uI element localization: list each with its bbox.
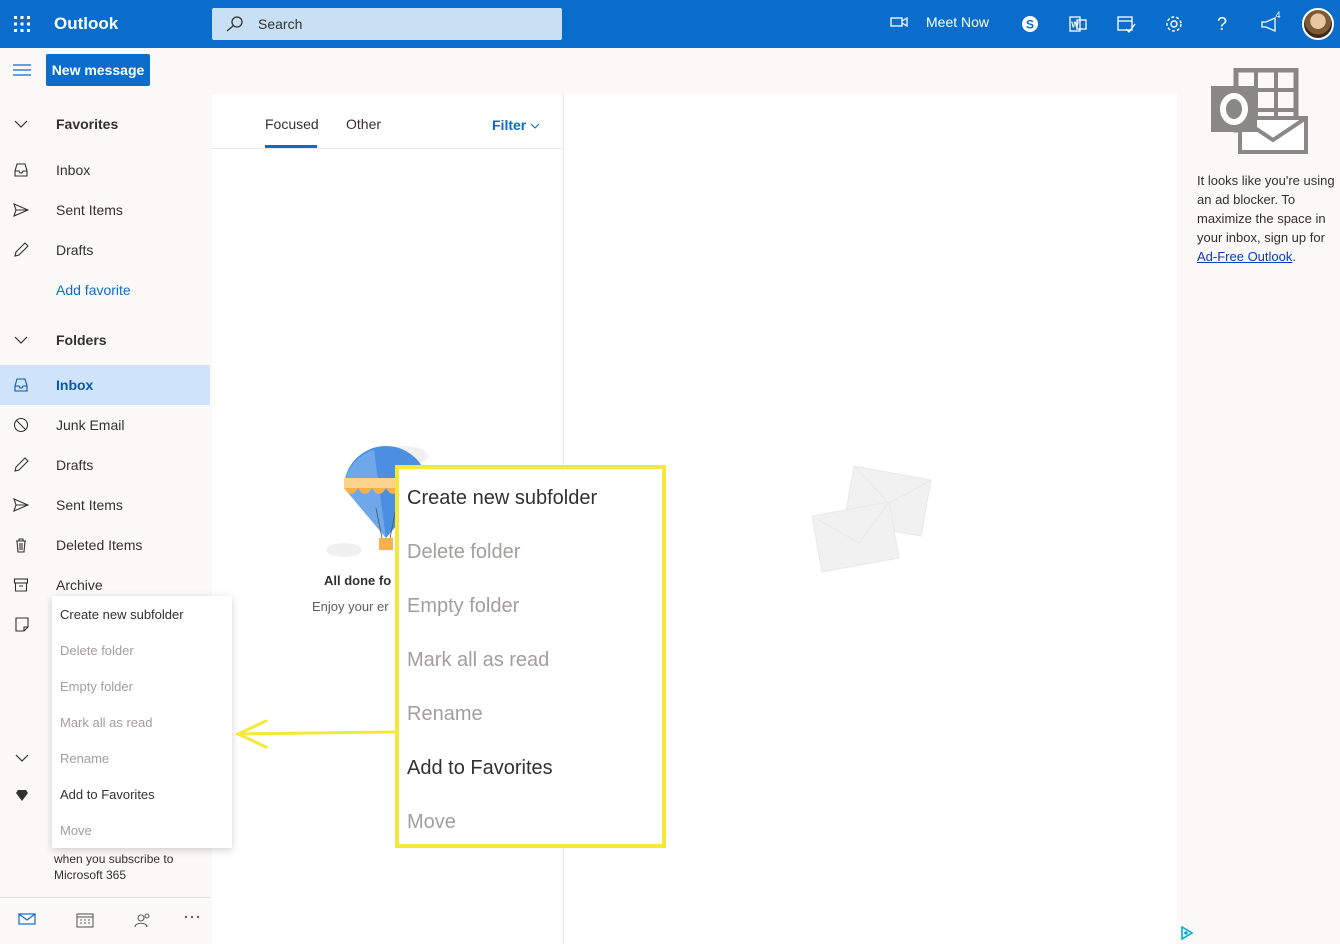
app-title[interactable]: Outlook: [54, 14, 118, 34]
search-icon: [226, 16, 244, 32]
module-switcher: [0, 897, 210, 944]
favorites-header[interactable]: Favorites: [0, 104, 210, 144]
ad-blocker-message: It looks like you're using an ad blocker…: [1197, 171, 1335, 266]
sidebar-item-favorite-inbox[interactable]: Inbox: [0, 150, 210, 190]
chevron-down-icon[interactable]: [13, 116, 29, 132]
sidebar-item-favorite-sent[interactable]: Sent Items: [0, 190, 210, 230]
menu-item-delete-folder[interactable]: Delete folder: [60, 643, 134, 658]
help-icon[interactable]: ?: [1210, 12, 1234, 36]
sidebar-item-drafts[interactable]: Drafts: [0, 445, 210, 485]
diamond-premium-icon[interactable]: [15, 788, 29, 802]
menu-item-move[interactable]: Move: [60, 823, 92, 838]
zoomed-context-menu-callout: Create new subfolder Delete folder Empty…: [395, 465, 666, 848]
sidebar-item-deleted[interactable]: Deleted Items: [0, 525, 210, 565]
note-icon[interactable]: [14, 616, 30, 632]
more-apps-icon[interactable]: [184, 914, 200, 920]
svg-text:S: S: [1026, 18, 1034, 32]
sidebar-item-label: Drafts: [56, 457, 94, 473]
menu-item-mark-all-read[interactable]: Mark all as read: [60, 715, 152, 730]
menu-item-add-to-favorites[interactable]: Add to Favorites: [60, 787, 155, 802]
search-box[interactable]: Search: [212, 8, 562, 40]
zoomed-menu-item-add-to-favorites: Add to Favorites: [407, 757, 553, 779]
zoomed-menu-item-delete-folder: Delete folder: [407, 541, 521, 563]
tab-focused[interactable]: Focused: [265, 116, 319, 132]
ad-text: It looks like you're using an ad blocker…: [1197, 173, 1335, 245]
ad-text-end: .: [1292, 249, 1296, 264]
sidebar-item-inbox[interactable]: Inbox: [0, 365, 210, 405]
inbox-icon: [13, 377, 29, 393]
zoomed-menu-item-move: Move: [407, 811, 456, 833]
office-icon[interactable]: W: [1066, 12, 1090, 36]
top-bar: Outlook Search Meet Now S W ? 4: [0, 0, 1340, 48]
folders-label: Folders: [56, 332, 107, 348]
inbox-icon: [13, 162, 29, 178]
sidebar-item-junk[interactable]: Junk Email: [0, 405, 210, 445]
zoomed-menu-item-rename: Rename: [407, 703, 483, 725]
sidebar-item-label: Deleted Items: [56, 537, 143, 553]
block-icon: [13, 417, 29, 433]
settings-gear-icon[interactable]: [1162, 12, 1186, 36]
ad-free-outlook-link[interactable]: Ad-Free Outlook: [1197, 249, 1292, 264]
zoomed-menu-item-create-subfolder: Create new subfolder: [407, 487, 598, 509]
folder-context-menu: Create new subfolder Delete folder Empty…: [52, 596, 232, 848]
sidebar-item-label: Sent Items: [56, 202, 123, 218]
envelopes-illustration: [809, 458, 934, 578]
todo-icon[interactable]: [1114, 12, 1138, 36]
adchoices-icon[interactable]: [1180, 926, 1194, 940]
trash-icon: [13, 537, 29, 553]
zoomed-menu-item-mark-all-read: Mark all as read: [407, 649, 550, 671]
notification-badge: 4: [1275, 10, 1281, 20]
inbox-tabs: Focused Other Filter: [212, 94, 562, 149]
chevron-down-icon[interactable]: [14, 750, 30, 766]
svg-text:W: W: [1071, 21, 1079, 30]
folders-header[interactable]: Folders: [0, 320, 210, 360]
sidebar-item-favorite-drafts[interactable]: Drafts: [0, 230, 210, 270]
hamburger-menu-icon[interactable]: [12, 62, 32, 78]
sidebar-item-label: Sent Items: [56, 497, 123, 513]
chevron-down-icon: [530, 123, 540, 130]
calendar-icon[interactable]: [76, 912, 94, 928]
new-message-button[interactable]: New message: [46, 54, 150, 86]
filter-label: Filter: [492, 117, 527, 133]
svg-text:?: ?: [1217, 14, 1227, 34]
add-favorite-link[interactable]: Add favorite: [0, 270, 210, 310]
callout-arrow-icon: [232, 718, 398, 750]
sidebar-item-label: Inbox: [56, 162, 91, 178]
sidebar-item-label: Inbox: [56, 377, 94, 393]
skype-icon[interactable]: S: [1018, 12, 1042, 36]
send-icon: [13, 202, 29, 218]
empty-state-subtitle: Enjoy your er: [312, 599, 389, 614]
menu-item-rename[interactable]: Rename: [60, 751, 109, 766]
app-launcher-icon[interactable]: [12, 14, 32, 34]
favorites-label: Favorites: [56, 116, 119, 132]
menu-item-create-subfolder[interactable]: Create new subfolder: [60, 607, 184, 622]
mail-icon[interactable]: [18, 912, 36, 926]
chevron-down-icon[interactable]: [13, 332, 29, 348]
outlook-logo: [1210, 68, 1308, 154]
sidebar-item-label: Drafts: [56, 242, 94, 258]
people-icon[interactable]: [134, 912, 152, 928]
sidebar-item-label: Archive: [56, 577, 103, 593]
video-icon: [890, 16, 908, 28]
zoomed-menu-item-empty-folder: Empty folder: [407, 595, 520, 617]
sidebar-item-label: Junk Email: [56, 417, 125, 433]
filter-button[interactable]: Filter: [492, 117, 540, 133]
active-tab-indicator: [265, 145, 317, 148]
meet-now-label: Meet Now: [926, 14, 990, 30]
tab-other[interactable]: Other: [346, 116, 381, 132]
avatar[interactable]: [1302, 8, 1334, 40]
empty-state-title: All done fo: [324, 573, 392, 588]
pencil-icon: [13, 242, 29, 258]
archive-icon: [13, 577, 29, 593]
sidebar-item-sent[interactable]: Sent Items: [0, 485, 210, 525]
send-icon: [13, 497, 29, 513]
pencil-icon: [13, 457, 29, 473]
subscribe-text: when you subscribe to Microsoft 365: [54, 852, 174, 882]
search-input[interactable]: Search: [258, 16, 302, 32]
menu-item-empty-folder[interactable]: Empty folder: [60, 679, 133, 694]
add-favorite-label: Add favorite: [56, 282, 131, 298]
